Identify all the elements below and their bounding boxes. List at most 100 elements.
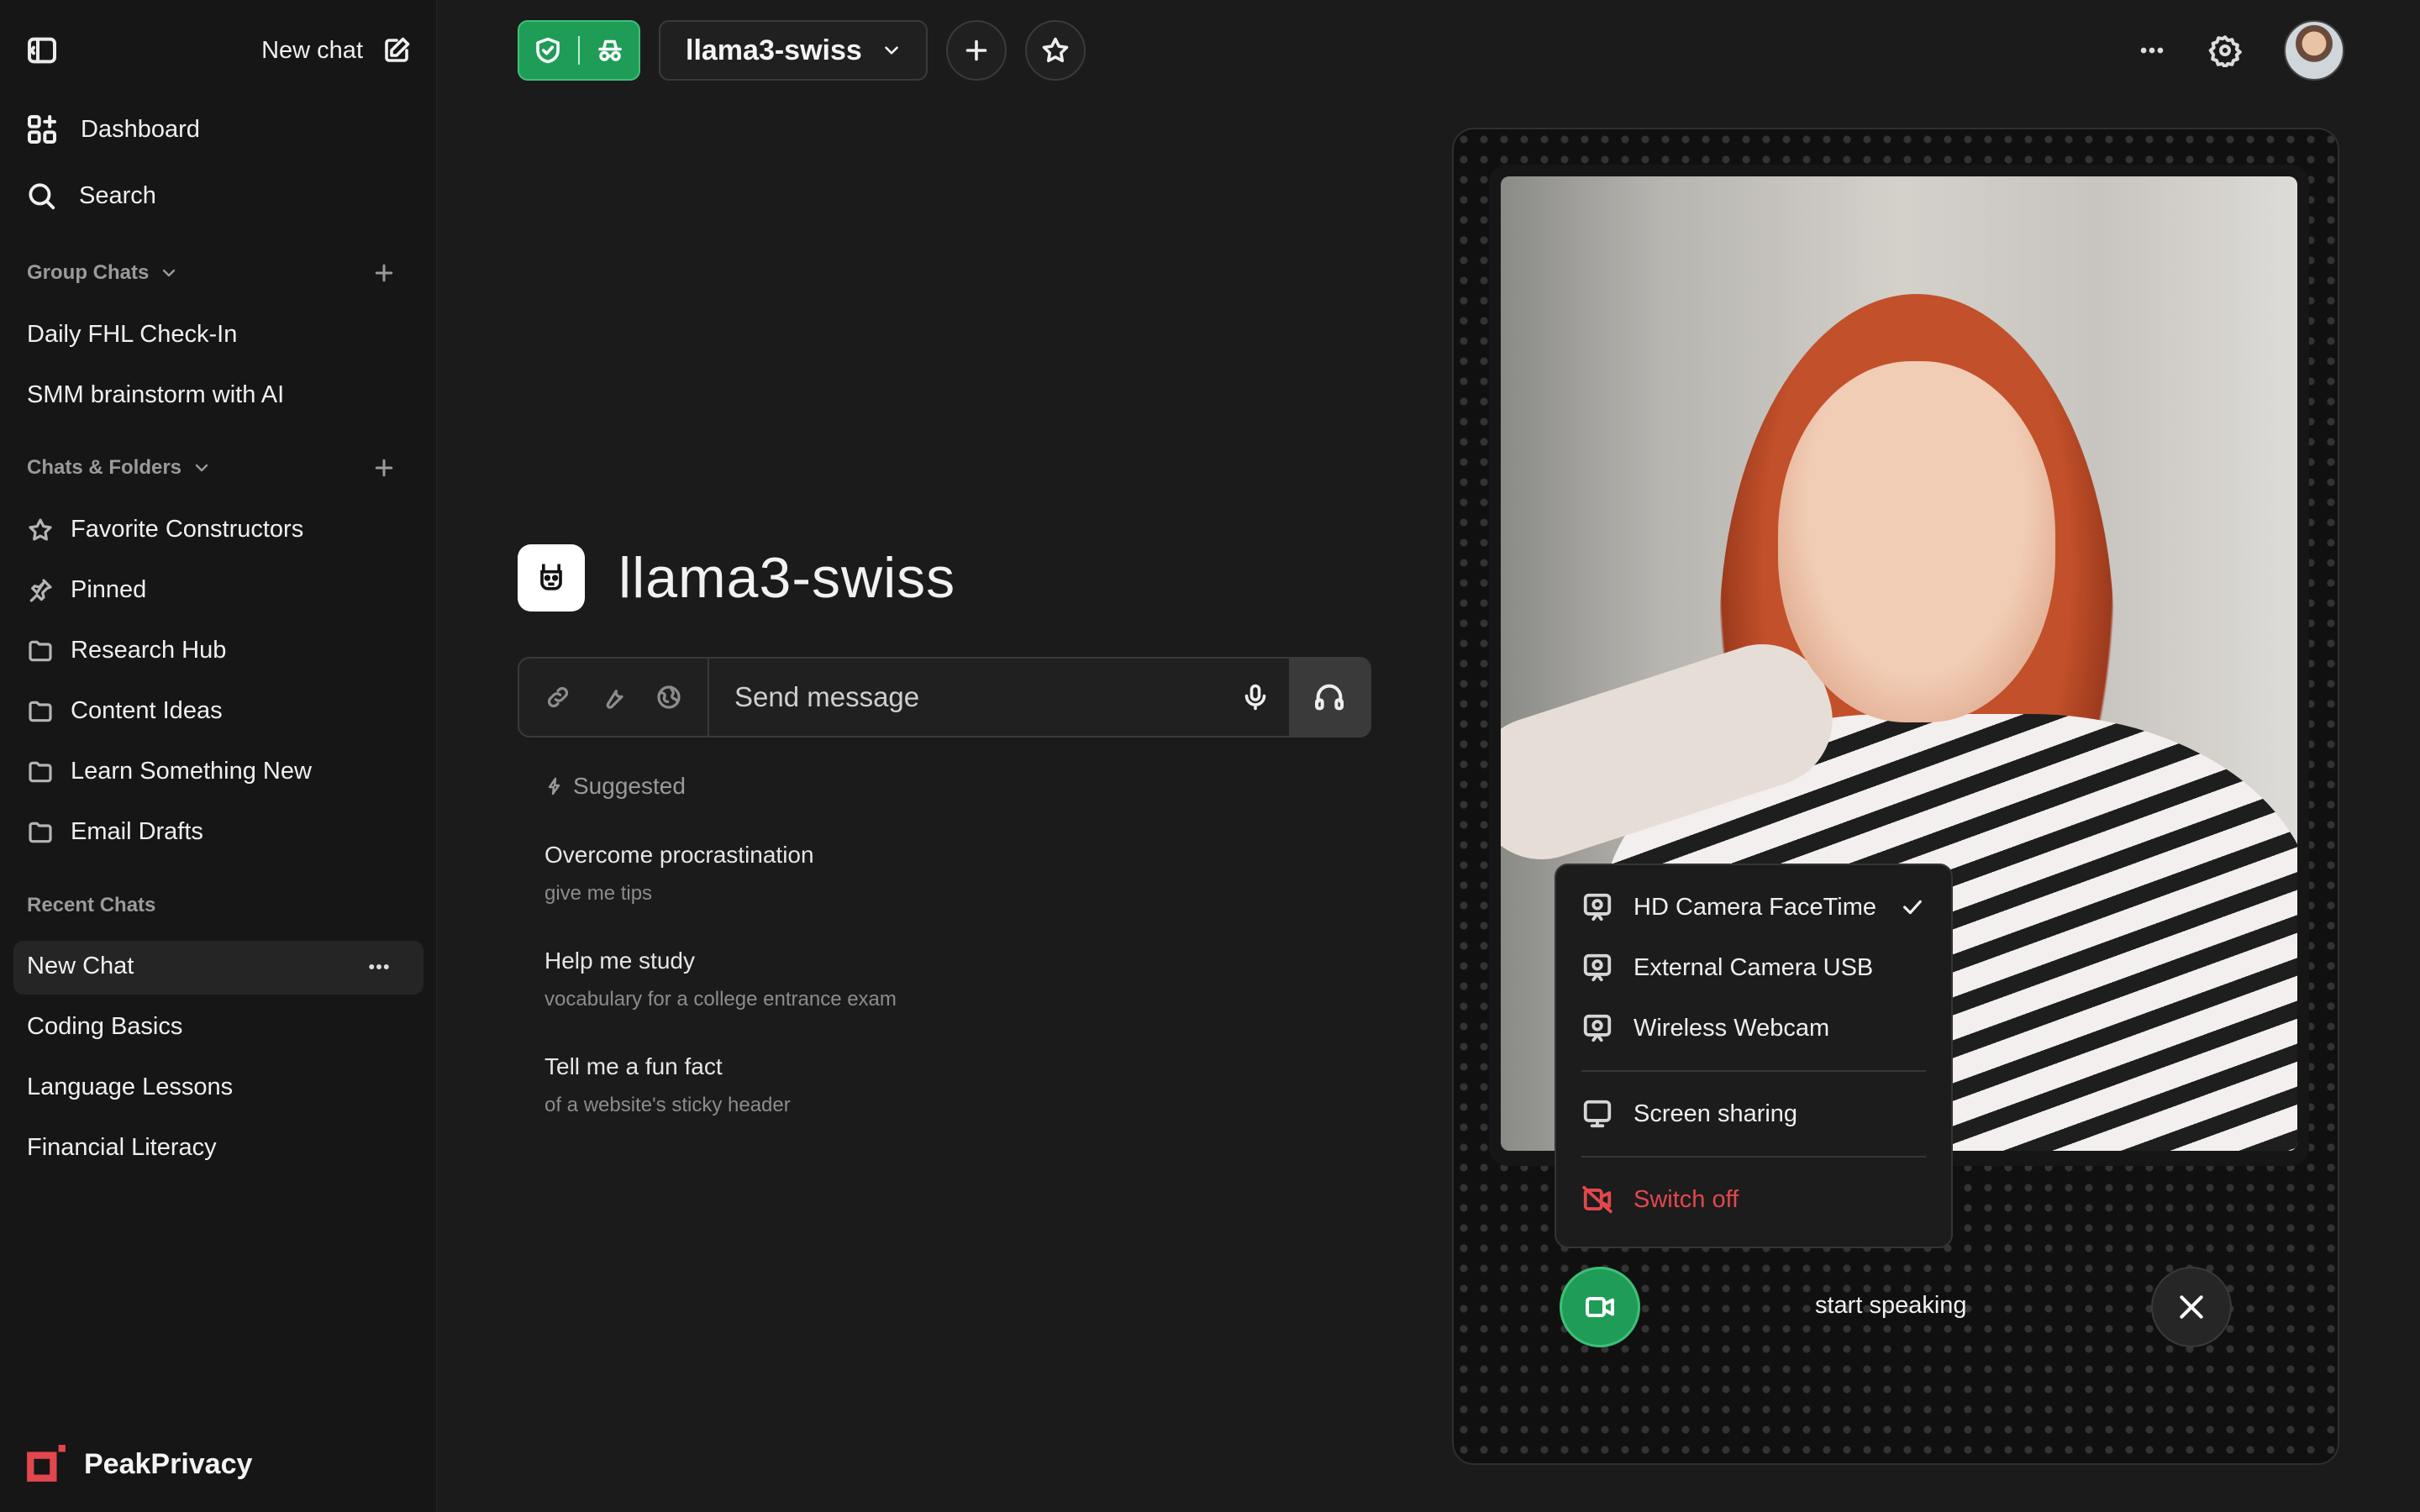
- folder-item-research-hub[interactable]: Research Hub: [27, 637, 397, 664]
- favorite-button[interactable]: [1024, 20, 1086, 81]
- add-model-button[interactable]: [945, 20, 1007, 81]
- search-icon: [25, 180, 57, 212]
- folder-item-pinned[interactable]: Pinned: [27, 576, 397, 604]
- chevron-down-icon: [192, 458, 212, 478]
- recent-chat-label: New Chat: [27, 953, 134, 979]
- group-chats-header: Group Chats: [27, 260, 397, 286]
- plus-icon: [961, 35, 992, 66]
- call-status: start speaking: [1815, 1292, 1967, 1319]
- sidebar-toggle-icon[interactable]: [25, 34, 59, 67]
- webcam-icon: [1581, 891, 1613, 923]
- composer-tools: [519, 659, 709, 736]
- video-off-icon: [1581, 1184, 1613, 1215]
- folder-icon: [27, 638, 54, 664]
- folder-label: Favorite Constructors: [71, 516, 304, 543]
- chevron-down-icon: [159, 263, 179, 283]
- group-chat-label: SMM brainstorm with AI: [27, 381, 285, 408]
- mic-button[interactable]: [1222, 682, 1289, 712]
- suggested-label: Suggested: [573, 773, 686, 799]
- suggestion-item[interactable]: Overcome procrastination give me tips: [544, 842, 1133, 906]
- folder-label: Pinned: [71, 576, 147, 603]
- llama-icon: [518, 544, 585, 612]
- camera-option-label: HD Camera FaceTime: [1634, 893, 1876, 921]
- add-folder-icon[interactable]: [371, 455, 397, 480]
- nav-label: Dashboard: [81, 115, 200, 143]
- group-chat-label: Daily FHL Check-In: [27, 321, 238, 348]
- sidebar: New chat Dashboard Search Group Chats Da…: [0, 0, 437, 1512]
- top-bar: llama3-swiss: [518, 20, 1086, 81]
- brand-logo: PeakPrivacy: [25, 1443, 252, 1485]
- globe-icon[interactable]: [655, 684, 682, 711]
- camera-option-wireless-webcam[interactable]: Wireless Webcam: [1581, 998, 1926, 1058]
- recent-chat-item[interactable]: Financial Literacy: [27, 1134, 397, 1162]
- add-group-chat-icon[interactable]: [371, 260, 397, 286]
- folder-label: Research Hub: [71, 637, 227, 664]
- recent-chat-item[interactable]: Language Lessons: [27, 1074, 397, 1101]
- camera-source-menu: HD Camera FaceTime External Camera USB W…: [1555, 864, 1953, 1248]
- avatar[interactable]: [2284, 20, 2344, 81]
- nav-dashboard[interactable]: Dashboard: [25, 113, 412, 146]
- recent-chat-label: Coding Basics: [27, 1013, 183, 1040]
- star-icon: [27, 517, 54, 543]
- more-icon[interactable]: [2138, 36, 2166, 65]
- more-icon[interactable]: [366, 954, 392, 979]
- group-chats-toggle[interactable]: Group Chats: [27, 261, 179, 285]
- recent-chat-item-active[interactable]: New Chat: [27, 953, 397, 980]
- new-chat-label: New chat: [261, 36, 363, 64]
- headphones-icon: [1313, 680, 1346, 714]
- webcam-icon: [1581, 952, 1613, 984]
- folder-item-learn-something-new[interactable]: Learn Something New: [27, 758, 397, 785]
- wrench-icon[interactable]: [600, 684, 627, 711]
- shield-check-icon: [533, 35, 563, 66]
- camera-option-label: Wireless Webcam: [1634, 1014, 1830, 1042]
- folder-icon: [27, 698, 54, 725]
- preview-face: [1778, 361, 2055, 722]
- folder-item-content-ideas[interactable]: Content Ideas: [27, 697, 397, 725]
- screen-sharing-label: Screen sharing: [1634, 1100, 1798, 1127]
- monitor-icon: [1581, 1098, 1613, 1130]
- screen-sharing-option[interactable]: Screen sharing: [1581, 1084, 1926, 1144]
- camera-toggle-button[interactable]: [1560, 1267, 1640, 1347]
- new-chat-button[interactable]: New chat: [261, 35, 412, 66]
- camera-option-external-usb[interactable]: External Camera USB: [1581, 937, 1926, 998]
- suggestion-title: Overcome procrastination: [544, 842, 814, 868]
- folder-icon: [27, 819, 54, 846]
- privacy-mode-toggle[interactable]: [518, 20, 640, 81]
- group-chat-item[interactable]: Daily FHL Check-In: [27, 321, 397, 349]
- message-input[interactable]: Send message: [709, 681, 1222, 713]
- recent-chat-label: Language Lessons: [27, 1074, 234, 1100]
- dashboard-icon: [25, 113, 59, 146]
- folder-item-favorite-constructors[interactable]: Favorite Constructors: [27, 516, 397, 543]
- section-title: Group Chats: [27, 261, 150, 284]
- model-selector[interactable]: llama3-swiss: [659, 20, 928, 81]
- recent-chat-item[interactable]: Coding Basics: [27, 1013, 397, 1041]
- group-chat-item[interactable]: SMM brainstorm with AI: [27, 381, 397, 409]
- nav-search[interactable]: Search: [25, 180, 412, 212]
- video-call-panel: [1452, 128, 2339, 1465]
- folder-label: Learn Something New: [71, 758, 312, 785]
- close-icon: [2175, 1290, 2208, 1324]
- sidebar-header: New chat: [25, 32, 412, 69]
- chevron-down-icon: [881, 39, 902, 61]
- suggestion-item[interactable]: Tell me a fun fact of a website's sticky…: [544, 1053, 1133, 1117]
- folder-label: Content Ideas: [71, 697, 223, 724]
- chats-folders-toggle[interactable]: Chats & Folders: [27, 456, 212, 480]
- menu-divider: [1581, 1156, 1926, 1158]
- attach-link-icon[interactable]: [544, 684, 571, 711]
- video-camera-icon: [1583, 1290, 1617, 1324]
- chats-folders-header: Chats & Folders: [27, 455, 397, 480]
- suggestion-item[interactable]: Help me study vocabulary for a college e…: [544, 948, 1133, 1011]
- suggestion-title: Tell me a fun fact: [544, 1053, 723, 1079]
- gear-icon[interactable]: [2208, 34, 2242, 67]
- model-name: llama3-swiss: [686, 34, 862, 66]
- folder-icon: [27, 759, 54, 785]
- switch-off-option[interactable]: Switch off: [1581, 1169, 1926, 1230]
- divider: [578, 36, 580, 65]
- nav-label: Search: [79, 181, 156, 209]
- voice-mode-button[interactable]: [1289, 657, 1370, 738]
- mic-icon: [1240, 682, 1270, 712]
- folder-item-email-drafts[interactable]: Email Drafts: [27, 818, 397, 846]
- camera-option-hd-facetime[interactable]: HD Camera FaceTime: [1581, 877, 1926, 937]
- end-call-button[interactable]: [2151, 1267, 2232, 1347]
- top-right-controls: [2138, 20, 2344, 81]
